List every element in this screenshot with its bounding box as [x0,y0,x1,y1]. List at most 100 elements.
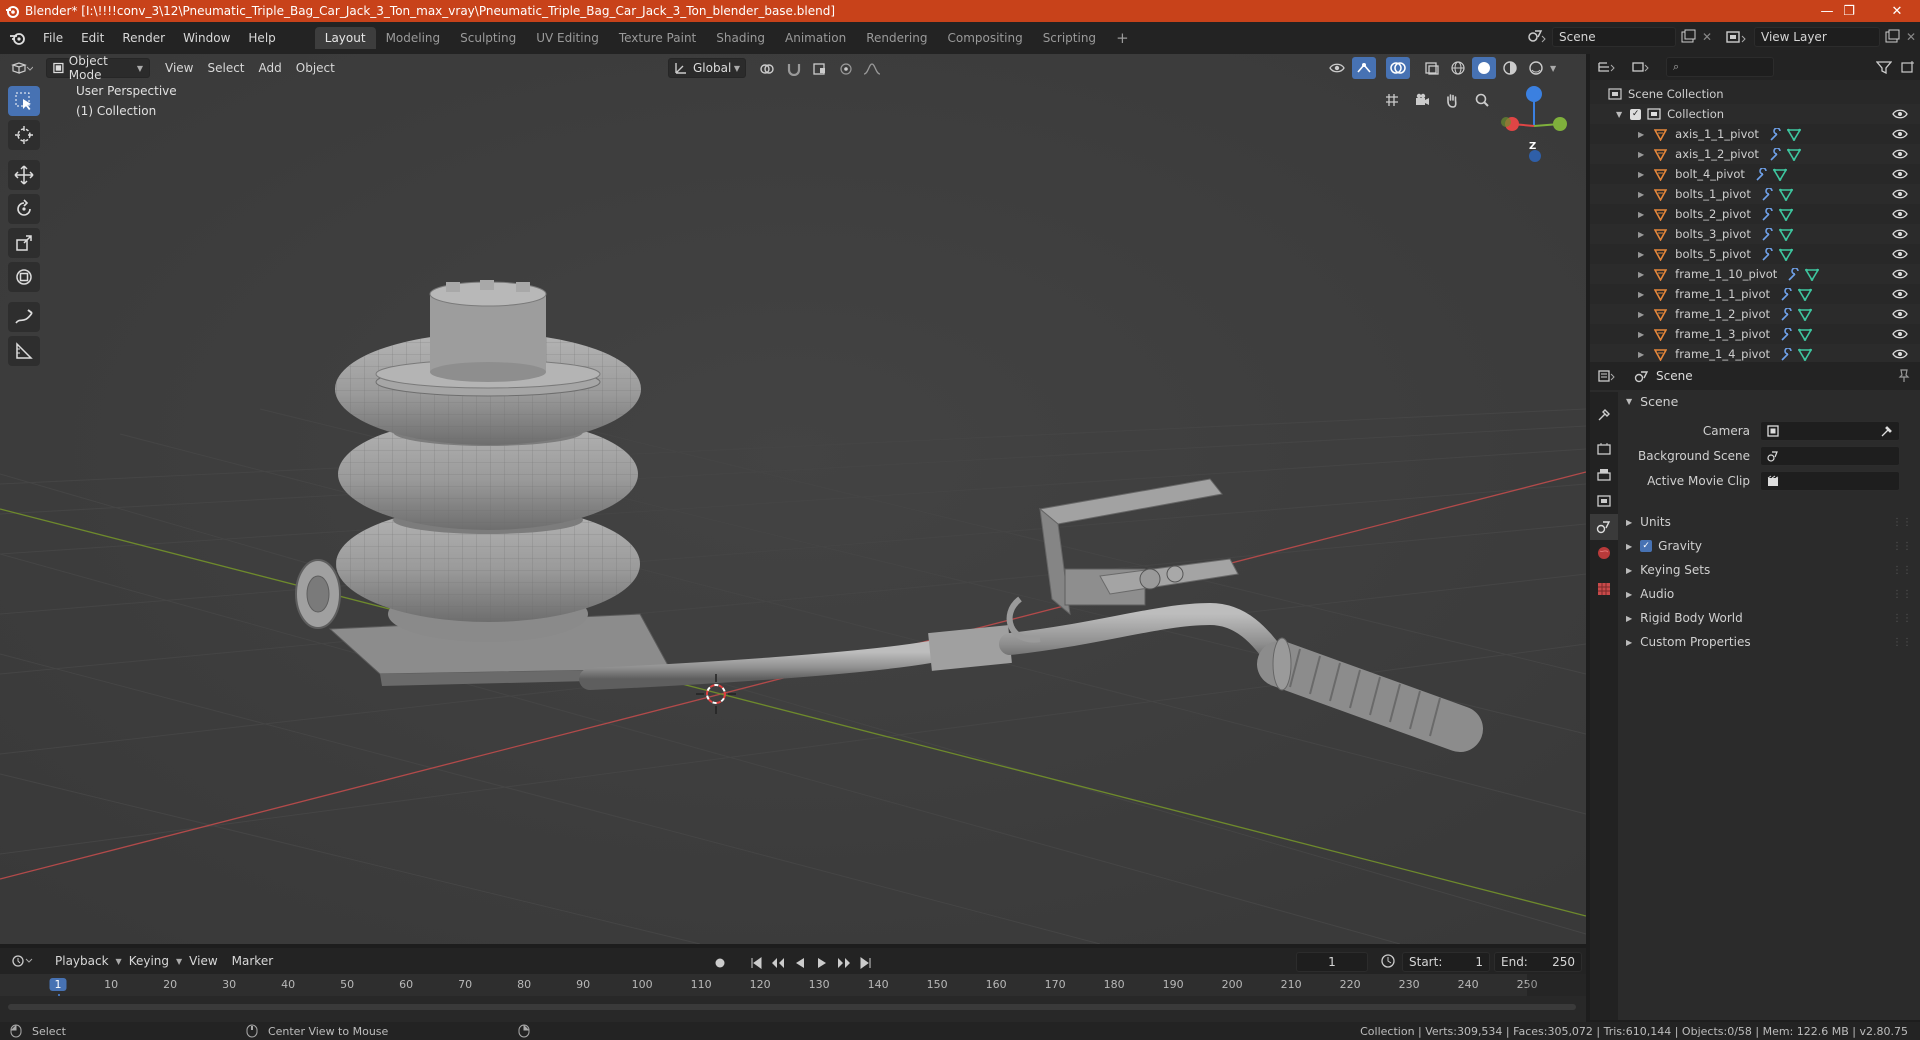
eye-icon[interactable] [1892,168,1908,180]
expand-arrow-icon[interactable]: ▶ [1638,330,1644,339]
expand-arrow-icon[interactable]: ▶ [1638,150,1644,159]
eye-icon[interactable] [1892,128,1908,140]
move-tool[interactable] [8,160,40,190]
measure-tool[interactable] [8,336,40,366]
eye-icon[interactable] [1892,328,1908,340]
menu-help[interactable]: Help [239,22,284,54]
display-mode-icon[interactable] [1624,56,1658,78]
timeline-scrollbar[interactable] [8,1004,1576,1010]
tab-texture-paint[interactable]: Texture Paint [609,27,706,49]
jump-start-icon[interactable] [746,952,766,974]
drag-handle-icon[interactable]: ⋮⋮ [1892,565,1912,576]
snap-icon[interactable] [782,58,806,80]
collection-checkbox[interactable]: ✓ [1630,108,1642,120]
shading-rendered-icon[interactable] [1524,57,1548,79]
mesh-data-icon[interactable] [1778,228,1793,241]
expand-arrow-icon[interactable]: ▼ [1616,110,1622,119]
new-view-layer-icon[interactable] [1882,28,1902,46]
viewport-menu-add[interactable]: Add [252,58,289,78]
mesh-data-icon[interactable] [1798,288,1812,301]
tab-view-layer-icon[interactable] [1590,488,1618,514]
section-custom-properties[interactable]: ▶ Custom Properties ⋮⋮ [1620,631,1920,653]
outliner-editor-type-icon[interactable] [1590,56,1624,78]
expand-arrow-icon[interactable]: ▶ [1638,290,1644,299]
expand-arrow-icon[interactable]: ▶ [1638,250,1644,259]
prev-keyframe-icon[interactable] [768,952,788,974]
new-collection-icon[interactable] [1896,56,1920,78]
drag-handle-icon[interactable]: ⋮⋮ [1892,637,1912,648]
view-layer-icon[interactable] [1724,28,1750,46]
modifier-wrench-icon[interactable] [1780,307,1794,321]
eyedropper-icon[interactable] [1881,425,1893,437]
eye-icon[interactable] [1892,188,1908,200]
eye-icon[interactable] [1892,268,1908,280]
transform-tool[interactable] [8,262,40,292]
outliner-item[interactable]: ▶ frame_1_4_pivot [1590,344,1920,364]
menu-window[interactable]: Window [174,22,239,54]
viewport-menu-object[interactable]: Object [289,58,342,78]
overlays-toggle-icon[interactable] [1386,57,1410,79]
tab-layout[interactable]: Layout [314,27,376,49]
current-frame-field[interactable]: 1 [1296,952,1368,972]
proportional-edit-icon[interactable] [834,58,858,80]
modifier-wrench-icon[interactable] [1769,147,1783,161]
end-frame-field[interactable]: End: 250 [1494,952,1582,972]
outliner-item[interactable]: ▶ bolt_4_pivot [1590,164,1920,184]
xray-toggle-icon[interactable] [1420,57,1444,79]
remove-scene-icon[interactable]: ✕ [1702,30,1712,44]
tab-modeling[interactable]: Modeling [376,27,451,49]
camera-field[interactable] [1760,421,1900,441]
background-scene-field[interactable] [1760,446,1900,466]
tab-sculpting[interactable]: Sculpting [450,27,526,49]
scene-icon[interactable] [1526,28,1548,46]
start-frame-field[interactable]: Start: 1 [1402,952,1490,972]
maximize-button[interactable]: ❐ [1826,0,1872,22]
play-icon[interactable] [812,952,832,974]
mesh-data-icon[interactable] [1798,308,1812,321]
drag-handle-icon[interactable]: ⋮⋮ [1892,589,1912,600]
expand-arrow-icon[interactable]: ▶ [1638,210,1644,219]
mesh-data-icon[interactable] [1772,168,1787,181]
tab-render-icon[interactable] [1590,436,1618,462]
eye-icon[interactable] [1892,228,1908,240]
scene-panel-header[interactable]: ▼ Scene [1620,390,1920,412]
outliner-item[interactable]: ▶ axis_1_2_pivot [1590,144,1920,164]
section-keying-sets[interactable]: ▶ Keying Sets ⋮⋮ [1620,559,1920,581]
modifier-wrench-icon[interactable] [1769,127,1783,141]
menu-render[interactable]: Render [113,22,174,54]
mesh-data-icon[interactable] [1778,248,1793,261]
drag-handle-icon[interactable]: ⋮⋮ [1892,541,1912,552]
next-keyframe-icon[interactable] [834,952,854,974]
shading-material-icon[interactable] [1498,57,1522,79]
tab-texture-icon[interactable] [1590,576,1618,602]
modifier-wrench-icon[interactable] [1761,227,1775,241]
tab-rendering[interactable]: Rendering [856,27,937,49]
panel-expand-icon[interactable]: ▼ [1626,397,1632,406]
section-units[interactable]: ▶ Units ⋮⋮ [1620,511,1920,533]
outliner-item[interactable]: ▶ frame_1_10_pivot [1590,264,1920,284]
section-expand-icon[interactable]: ▶ [1626,614,1632,623]
mesh-data-icon[interactable] [1778,208,1793,221]
section-expand-icon[interactable]: ▶ [1626,566,1632,575]
outliner-item[interactable]: ▶ frame_1_2_pivot [1590,304,1920,324]
outliner-item[interactable]: ▶ frame_1_1_pivot [1590,284,1920,304]
frame-ruler[interactable]: 1 10 20 30 40 50 60 70 80 90 100 110 120 130 140 150 160… [0,974,1586,1016]
tab-animation[interactable]: Animation [775,27,856,49]
visibility-filter-icon[interactable] [1326,57,1350,79]
expand-arrow-icon[interactable]: ▶ [1638,350,1644,359]
eye-icon[interactable] [1892,108,1908,120]
zoom-view-icon[interactable] [1470,88,1494,112]
mesh-data-icon[interactable] [1786,148,1801,161]
remove-view-layer-icon[interactable]: ✕ [1906,30,1916,44]
tab-compositing[interactable]: Compositing [937,27,1032,49]
section-expand-icon[interactable]: ▶ [1626,518,1632,527]
record-icon[interactable] [710,952,730,974]
outliner-item[interactable]: ▶ axis_1_1_pivot [1590,124,1920,144]
outliner-item[interactable]: ▶ bolts_1_pivot [1590,184,1920,204]
transform-orientation-dropdown[interactable]: Global ▼ [668,58,746,78]
view-layer-field[interactable]: View Layer [1754,27,1880,47]
drag-handle-icon[interactable]: ⋮⋮ [1892,613,1912,624]
expand-arrow-icon[interactable]: ▶ [1638,310,1644,319]
gravity-checkbox[interactable]: ✓ [1640,540,1653,552]
tab-scripting[interactable]: Scripting [1033,27,1106,49]
